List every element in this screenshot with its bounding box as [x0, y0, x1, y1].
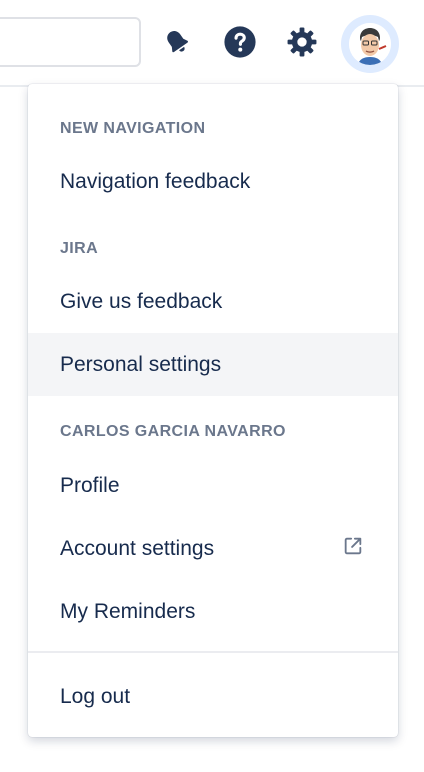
menu-item-give-us-feedback[interactable]: Give us feedback	[28, 270, 398, 333]
settings-button[interactable]	[282, 22, 322, 62]
help-button[interactable]	[220, 22, 260, 62]
menu-divider	[28, 651, 398, 653]
section-title-new-navigation: NEW NAVIGATION	[60, 120, 206, 137]
menu-item-label: Navigation feedback	[60, 169, 251, 193]
notification-bell-icon	[162, 27, 192, 57]
menu-item-navigation-feedback[interactable]: Navigation feedback	[28, 150, 398, 213]
menu-item-label: Give us feedback	[60, 289, 223, 313]
menu-item-personal-settings[interactable]: Personal settings	[28, 333, 398, 396]
search-input[interactable]	[0, 17, 141, 67]
menu-item-label: My Reminders	[60, 599, 196, 623]
menu-item-label: Account settings	[60, 536, 215, 560]
profile-avatar-button[interactable]	[341, 15, 399, 73]
menu-item-label: Profile	[60, 473, 120, 497]
menu-item-label: Personal settings	[60, 352, 222, 376]
settings-gear-icon	[285, 25, 319, 59]
notifications-button[interactable]	[157, 22, 197, 62]
section-title-user-name: CARLOS GARCIA NAVARRO	[60, 423, 286, 440]
external-link-icon	[342, 535, 364, 563]
menu-item-label: Log out	[60, 684, 131, 708]
top-navigation-bar	[0, 0, 424, 86]
menu-item-my-reminders[interactable]: My Reminders	[28, 580, 398, 643]
help-icon	[223, 25, 257, 59]
avatar	[349, 23, 391, 65]
menu-item-account-settings[interactable]: Account settings	[28, 517, 398, 580]
profile-dropdown-menu: NEW NAVIGATION Navigation feedback JIRA …	[28, 84, 398, 737]
section-title-jira: JIRA	[60, 240, 99, 257]
menu-item-log-out[interactable]: Log out	[28, 665, 398, 728]
menu-item-profile[interactable]: Profile	[28, 454, 398, 517]
